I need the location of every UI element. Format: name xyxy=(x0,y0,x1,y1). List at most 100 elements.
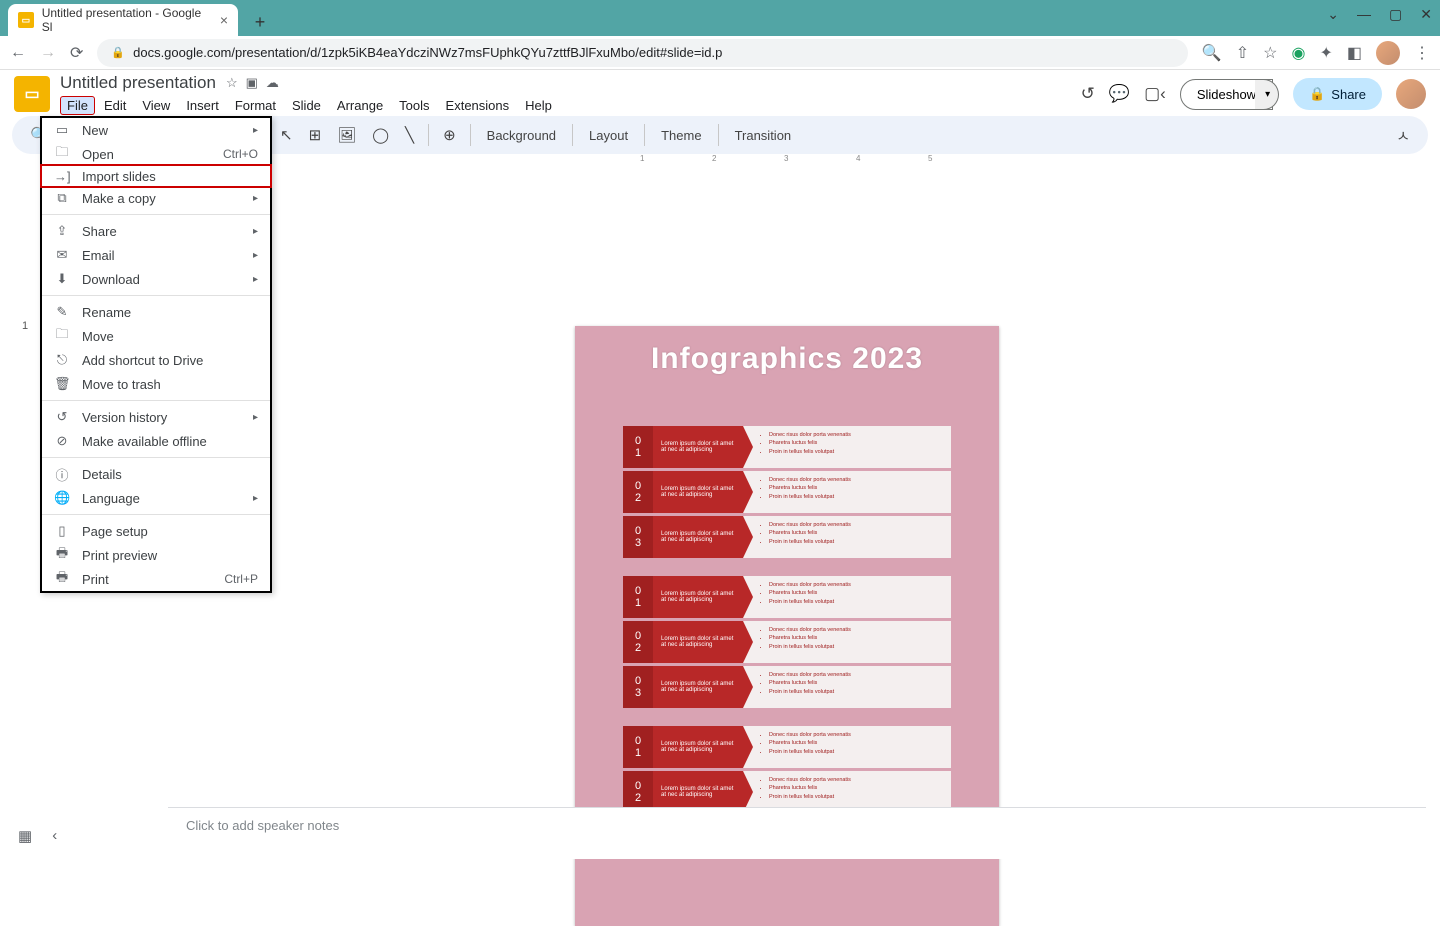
info-row[interactable]: 02 Lorem ipsum dolor sit amet at nec at … xyxy=(623,471,951,513)
menu-help[interactable]: Help xyxy=(518,96,559,115)
file-version-history[interactable]: ↺Version history▸ xyxy=(42,405,270,429)
doc-title[interactable]: Untitled presentation xyxy=(60,73,216,93)
zoom-icon[interactable]: 🔍 xyxy=(1202,43,1222,63)
file-move[interactable]: 🗀Move xyxy=(42,324,270,348)
menu-view[interactable]: View xyxy=(135,96,177,115)
file-share[interactable]: ⇪Share▸ xyxy=(42,219,270,243)
extension-icon[interactable]: ◉ xyxy=(1292,43,1306,63)
star-icon[interactable]: ☆ xyxy=(226,75,238,91)
theme-button[interactable]: Theme xyxy=(653,123,709,148)
info-right-bullets: Donec risus dolor porta venenatisPharetr… xyxy=(743,576,951,618)
nav-forward-icon[interactable]: → xyxy=(40,44,56,62)
window-dropdown-icon[interactable]: ⌄ xyxy=(1327,6,1339,23)
window-close-icon[interactable]: ✕ xyxy=(1420,6,1432,23)
offline-icon: ⊘ xyxy=(54,433,70,449)
present-camera-icon[interactable]: ▢‹ xyxy=(1144,84,1166,104)
info-row[interactable]: 01 Lorem ipsum dolor sit amet at nec at … xyxy=(623,576,951,618)
file-make-copy[interactable]: ⧉Make a copy▸ xyxy=(42,186,270,210)
info-row[interactable]: 02 Lorem ipsum dolor sit amet at nec at … xyxy=(623,621,951,663)
transition-button[interactable]: Transition xyxy=(727,123,800,148)
info-row[interactable]: 03 Lorem ipsum dolor sit amet at nec at … xyxy=(623,516,951,558)
menu-edit[interactable]: Edit xyxy=(97,96,133,115)
comment-add-icon[interactable]: ⊕ xyxy=(437,121,462,149)
slideshow-dropdown[interactable]: ▾ xyxy=(1255,79,1279,110)
tab-title: Untitled presentation - Google Sl xyxy=(42,6,212,34)
extensions-puzzle-icon[interactable]: ✦ xyxy=(1319,43,1332,63)
url-text: docs.google.com/presentation/d/1zpk5iKB4… xyxy=(133,45,722,60)
explore-icon[interactable]: ▦ xyxy=(18,827,32,845)
image-icon[interactable]: 🖼 xyxy=(331,121,362,149)
address-bar[interactable]: 🔒 docs.google.com/presentation/d/1zpk5iK… xyxy=(97,39,1187,67)
new-icon: ▭ xyxy=(54,122,70,138)
menu-arrange[interactable]: Arrange xyxy=(330,96,390,115)
new-tab-button[interactable]: + xyxy=(246,8,274,36)
file-language[interactable]: 🌐Language▸ xyxy=(42,486,270,510)
lock-share-icon: 🔒 xyxy=(1309,86,1325,102)
collapse-filmstrip-icon[interactable]: ‹ xyxy=(52,827,57,845)
cloud-status-icon[interactable]: ☁ xyxy=(266,75,279,91)
browser-tab[interactable]: ▭ Untitled presentation - Google Sl × xyxy=(8,4,238,36)
file-email[interactable]: ✉Email▸ xyxy=(42,243,270,267)
share-url-icon[interactable]: ⇧ xyxy=(1236,43,1249,63)
window-minimize-icon[interactable]: — xyxy=(1357,6,1371,23)
layout-button[interactable]: Layout xyxy=(581,123,636,148)
file-print-preview[interactable]: 🖶Print preview xyxy=(42,543,270,567)
file-rename[interactable]: ✎Rename xyxy=(42,300,270,324)
bookmark-star-icon[interactable]: ☆ xyxy=(1263,43,1277,63)
browser-chrome: ⌄ — ▢ ✕ ▭ Untitled presentation - Google… xyxy=(0,0,1440,70)
shortcut-icon: ⎋ xyxy=(54,352,70,368)
move-icon: 🗀 xyxy=(54,325,70,347)
move-folder-icon[interactable]: ▣ xyxy=(246,75,258,91)
line-icon[interactable]: ╲ xyxy=(399,121,420,149)
file-print[interactable]: 🖶PrintCtrl+P xyxy=(42,567,270,591)
textbox-icon[interactable]: ⊞ xyxy=(303,121,328,149)
share-button[interactable]: 🔒 Share xyxy=(1293,78,1382,110)
browser-profile-avatar[interactable] xyxy=(1376,41,1400,65)
browser-menu-icon[interactable]: ⋮ xyxy=(1414,43,1430,63)
file-details[interactable]: ⓘDetails xyxy=(42,462,270,486)
menu-divider xyxy=(42,514,270,515)
tab-close-icon[interactable]: × xyxy=(220,12,228,28)
info-number: 02 xyxy=(623,621,653,663)
file-download[interactable]: ⬇Download▸ xyxy=(42,267,270,291)
info-left-text: Lorem ipsum dolor sit amet at nec at adi… xyxy=(653,516,743,558)
file-import-slides[interactable]: →]Import slides xyxy=(40,164,272,188)
file-open[interactable]: 🗀OpenCtrl+O xyxy=(42,142,270,166)
background-button[interactable]: Background xyxy=(479,123,564,148)
menu-extensions[interactable]: Extensions xyxy=(439,96,517,115)
window-maximize-icon[interactable]: ▢ xyxy=(1389,6,1402,23)
shape-icon[interactable]: ◯ xyxy=(366,121,395,149)
comments-icon[interactable]: 💬 xyxy=(1109,84,1130,104)
app-profile-avatar[interactable] xyxy=(1396,79,1426,109)
file-new[interactable]: ▭New▸ xyxy=(42,118,270,142)
toolbar-separator xyxy=(718,124,719,146)
file-menu-dropdown: ▭New▸ 🗀OpenCtrl+O →]Import slides ⧉Make … xyxy=(40,116,272,593)
collapse-toolbar-icon[interactable]: ㅅ xyxy=(1390,120,1416,151)
sidepanel-icon[interactable]: ◧ xyxy=(1347,43,1362,63)
file-available-offline[interactable]: ⊘Make available offline xyxy=(42,429,270,453)
menu-format[interactable]: Format xyxy=(228,96,283,115)
nav-back-icon[interactable]: ← xyxy=(10,44,26,62)
file-add-shortcut[interactable]: ⎋Add shortcut to Drive xyxy=(42,348,270,372)
info-row[interactable]: 01 Lorem ipsum dolor sit amet at nec at … xyxy=(623,726,951,768)
cursor-icon[interactable]: ↖ xyxy=(274,121,299,149)
menu-file[interactable]: File xyxy=(60,96,95,115)
window-controls: ⌄ — ▢ ✕ xyxy=(1327,6,1432,23)
nav-reload-icon[interactable]: ⟳ xyxy=(70,43,83,63)
info-row[interactable]: 01 Lorem ipsum dolor sit amet at nec at … xyxy=(623,426,951,468)
slide-title-text[interactable]: Infographics 2023 xyxy=(575,326,999,376)
toolbar-separator xyxy=(470,124,471,146)
menu-tools[interactable]: Tools xyxy=(392,96,436,115)
menu-insert[interactable]: Insert xyxy=(179,96,226,115)
speaker-notes[interactable]: Click to add speaker notes xyxy=(168,807,1426,859)
info-left-text: Lorem ipsum dolor sit amet at nec at adi… xyxy=(653,426,743,468)
slides-logo-icon[interactable]: ▭ xyxy=(14,76,50,112)
toolbar-separator xyxy=(428,124,429,146)
file-move-to-trash[interactable]: 🗑Move to trash xyxy=(42,372,270,396)
info-group: 01 Lorem ipsum dolor sit amet at nec at … xyxy=(623,576,951,708)
history-icon[interactable]: ↺ xyxy=(1081,84,1095,104)
menu-slide[interactable]: Slide xyxy=(285,96,328,115)
file-page-setup[interactable]: ▯Page setup xyxy=(42,519,270,543)
info-number: 02 xyxy=(623,471,653,513)
info-row[interactable]: 03 Lorem ipsum dolor sit amet at nec at … xyxy=(623,666,951,708)
